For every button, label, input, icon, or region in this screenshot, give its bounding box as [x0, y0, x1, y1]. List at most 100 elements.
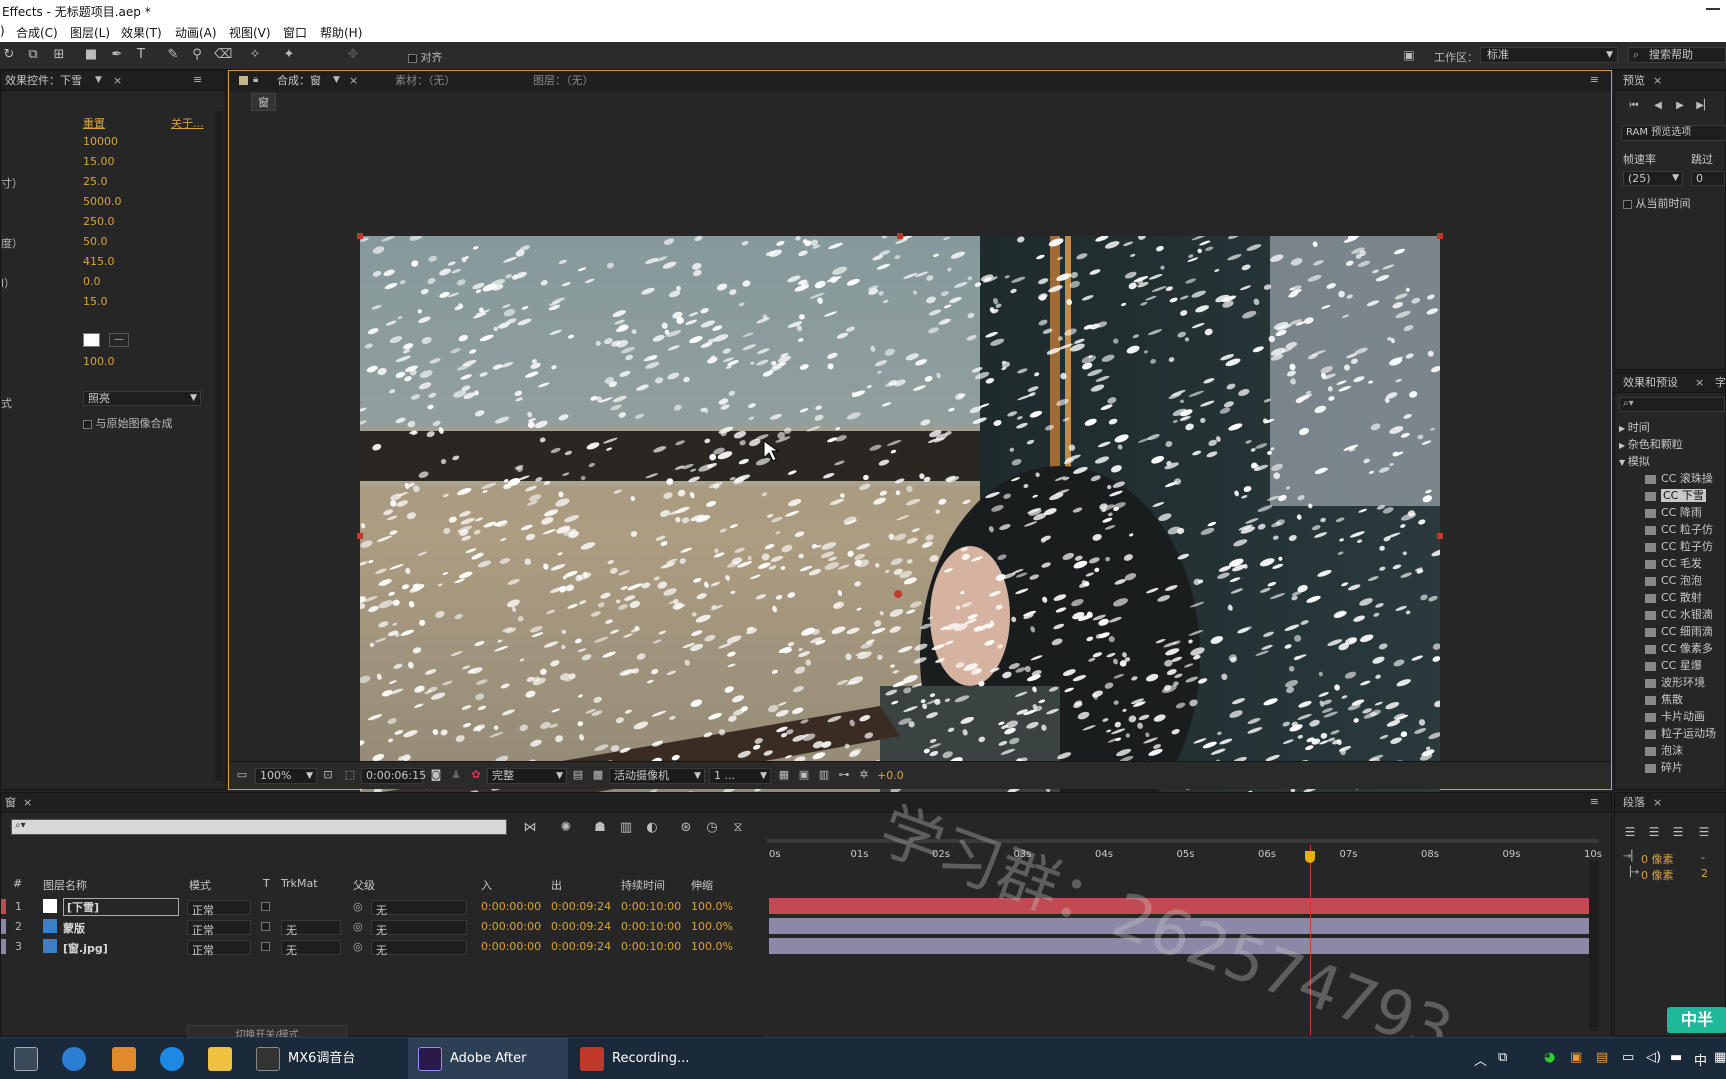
- eraser-tool-icon[interactable]: ⌫: [214, 46, 232, 64]
- pickwhip-icon[interactable]: ◎: [353, 940, 363, 953]
- collapsed-arrow-icon[interactable]: ▶: [1619, 424, 1628, 433]
- tab-composition[interactable]: 合成：窗: [273, 71, 325, 91]
- current-time-display[interactable]: 0:00:06:15: [361, 768, 426, 784]
- layer-duration[interactable]: 0:00:10:00: [621, 940, 681, 953]
- layer-row[interactable]: 1 [下雪] 正常 ◎ 无 0:00:00:00 0:00:09:24 0:00:10:00 1…: [1, 897, 761, 917]
- layer-label-color[interactable]: [1, 899, 6, 914]
- preserve-transparency-checkbox[interactable]: [261, 942, 270, 951]
- parent-select[interactable]: 无: [371, 920, 467, 937]
- brainstorm-icon[interactable]: ⊛: [677, 819, 695, 837]
- layer-out-point[interactable]: 0:00:09:24: [551, 940, 611, 953]
- grid-icon[interactable]: ▦: [775, 766, 793, 784]
- effect-controls-tab[interactable]: 效果控件：下雪: [1, 71, 86, 91]
- collapsed-arrow-icon[interactable]: ▶: [1619, 441, 1628, 450]
- layer-in-point[interactable]: 0:00:00:00: [481, 940, 541, 953]
- tab-paragraph[interactable]: 段落: [1619, 793, 1649, 813]
- transform-handle[interactable]: [897, 233, 903, 239]
- effect-controls-scrollbar[interactable]: [215, 111, 223, 781]
- preset-item[interactable]: 泡沫: [1645, 742, 1683, 758]
- timeline-search-input[interactable]: ⌕▾: [11, 819, 507, 835]
- preserve-transparency-checkbox[interactable]: [261, 922, 270, 931]
- layer-duration[interactable]: 0:00:10:00: [621, 900, 681, 913]
- tab-preview[interactable]: 预览: [1619, 71, 1649, 91]
- channel-icon[interactable]: ✿: [467, 766, 485, 784]
- resolution-select[interactable]: 完整 ▼: [487, 768, 567, 784]
- from-current-checkbox[interactable]: [1623, 199, 1632, 209]
- align-right-icon[interactable]: ☰: [1669, 823, 1687, 841]
- close-icon[interactable]: ×: [1695, 376, 1704, 389]
- parent-select[interactable]: 无: [371, 940, 467, 957]
- opacity-value[interactable]: 100.0: [83, 355, 115, 368]
- preset-item[interactable]: CC 毛发: [1645, 555, 1702, 571]
- skip-select[interactable]: 0: [1691, 171, 1725, 186]
- preset-item[interactable]: CC 下雪: [1645, 487, 1706, 503]
- preset-item[interactable]: CC 粒子仿: [1645, 521, 1713, 537]
- justify-icon[interactable]: ☰: [1695, 823, 1713, 841]
- transform-handle[interactable]: [1437, 233, 1443, 239]
- expanded-arrow-icon[interactable]: ▼: [1619, 458, 1628, 467]
- notification-icon[interactable]: ▬: [1670, 1050, 1682, 1065]
- layer-mode-select[interactable]: 正常: [187, 940, 251, 957]
- play-icon[interactable]: ▶: [1671, 97, 1689, 115]
- views-select[interactable]: 1 ... ▼: [709, 768, 771, 784]
- stamp-tool-icon[interactable]: ⚲: [188, 46, 206, 64]
- network-icon[interactable]: ▭: [1622, 1050, 1634, 1065]
- space-before-value[interactable]: -: [1701, 851, 1705, 864]
- tray-app-icon[interactable]: ▣: [1570, 1050, 1582, 1065]
- menu-item-effect[interactable]: 效果(T): [121, 24, 162, 41]
- layer-row[interactable]: 2 蒙版 正常 无 ◎ 无 0:00:00:00 0:00:09:24 0:00:10:00 10…: [1, 917, 761, 937]
- text-tool-icon[interactable]: T: [132, 46, 150, 64]
- tab-effects-presets[interactable]: 效果和预设: [1619, 373, 1682, 393]
- tab-layer[interactable]: 图层：（无）: [529, 71, 598, 91]
- app-box-icon[interactable]: [112, 1038, 144, 1079]
- preset-item[interactable]: CC 星爆: [1645, 657, 1702, 673]
- framerate-select[interactable]: (25) ▼: [1623, 171, 1683, 186]
- input-method-badge[interactable]: 中半: [1667, 1007, 1726, 1033]
- layer-row[interactable]: 3 [窗.jpg] 正常 无 ◎ 无 0:00:00:00 0:00:09:24 0:00:10…: [1, 937, 761, 957]
- align-left-icon[interactable]: ☰: [1621, 823, 1639, 841]
- transparency-grid-icon[interactable]: ⬚: [341, 766, 359, 784]
- menu-item-animation[interactable]: 动画(A): [175, 24, 217, 41]
- transform-handle[interactable]: [1437, 533, 1443, 539]
- composite-original-toggle[interactable]: 与原始图像合成: [83, 415, 173, 431]
- preset-item[interactable]: CC 水银滴: [1645, 606, 1713, 622]
- pickwhip-icon[interactable]: ◎: [353, 900, 363, 913]
- checkerboard-icon[interactable]: ▩: [589, 766, 607, 784]
- layer-in-point[interactable]: 0:00:00:00: [481, 900, 541, 913]
- fast-previews-icon[interactable]: ▤: [569, 766, 587, 784]
- preset-item[interactable]: 波形环境: [1645, 674, 1705, 690]
- tab-footage[interactable]: 素材：（无）: [391, 71, 460, 91]
- draft-3d-icon[interactable]: ✺: [557, 819, 575, 837]
- layer-mode-select[interactable]: 正常: [187, 920, 251, 937]
- timeline-icon[interactable]: ▥: [815, 766, 833, 784]
- workspace-select[interactable]: 标准 ▼: [1480, 47, 1618, 63]
- snapshot-icon[interactable]: ◙: [427, 766, 445, 784]
- layer-label-color[interactable]: [1, 939, 6, 954]
- preset-folder[interactable]: ▶ 时间: [1619, 419, 1650, 435]
- lock-icon[interactable]: 🔒︎: [253, 74, 258, 85]
- layer-out-point[interactable]: 0:00:09:24: [551, 900, 611, 913]
- camera-tool-icon[interactable]: ⧉: [24, 46, 42, 64]
- close-icon[interactable]: ×: [1653, 796, 1662, 809]
- preset-item[interactable]: 碎片: [1645, 759, 1683, 775]
- layer-in-point[interactable]: 0:00:00:00: [481, 920, 541, 933]
- volume-icon[interactable]: ◁): [1646, 1050, 1661, 1065]
- preset-folder[interactable]: ▼ 模拟: [1619, 453, 1650, 469]
- frame-blending-icon[interactable]: ▥: [617, 819, 635, 837]
- param-value[interactable]: 50.0: [83, 235, 108, 248]
- menu-item-help[interactable]: 帮助(H): [320, 24, 362, 41]
- preset-item[interactable]: CC 泡泡: [1645, 572, 1702, 588]
- pen-tool-icon[interactable]: ✒: [108, 46, 126, 64]
- flowchart-icon[interactable]: ⊶: [835, 766, 853, 784]
- layer-stretch[interactable]: 100.0%: [691, 940, 733, 953]
- playhead-icon[interactable]: [1305, 851, 1316, 863]
- panel-menu-icon[interactable]: ≡: [1590, 73, 1599, 86]
- tab-timeline-comp[interactable]: 窗: [1, 793, 20, 813]
- indent-left-value[interactable]: 0 像素: [1641, 851, 1674, 867]
- align-checkbox[interactable]: [408, 53, 417, 63]
- trkmat-select[interactable]: 无: [281, 920, 341, 937]
- layer-duration[interactable]: 0:00:10:00: [621, 920, 681, 933]
- align-toggle[interactable]: 对齐: [408, 49, 443, 65]
- reset-link[interactable]: 重置: [83, 115, 105, 131]
- preserve-transparency-checkbox[interactable]: [261, 902, 270, 911]
